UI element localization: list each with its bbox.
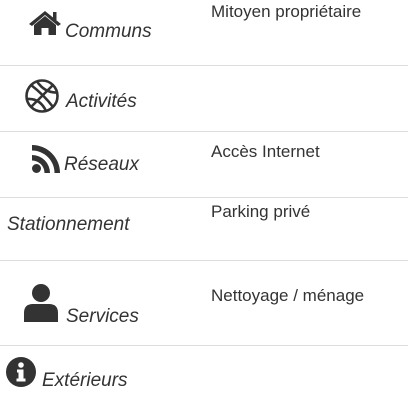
table-row-exterieurs: Extérieurs — [0, 346, 408, 401]
row-header: Communs — [0, 0, 205, 65]
row-value: Nettoyage / ménage — [211, 286, 365, 305]
row-value: Accès Internet — [211, 142, 320, 161]
row-label: Activités — [66, 91, 137, 112]
row-label: Réseaux — [64, 154, 139, 175]
row-label: Stationnement — [7, 214, 130, 235]
row-header: Réseaux — [0, 132, 205, 197]
basketball-icon — [24, 78, 60, 114]
rss-icon — [32, 145, 60, 173]
row-header: Stationnement — [0, 198, 205, 260]
row-label: Communs — [65, 21, 152, 42]
home-icon — [28, 10, 62, 36]
row-header: Services — [0, 261, 205, 345]
row-value: Mitoyen propriétaire — [211, 2, 362, 21]
info-circle-icon — [6, 357, 36, 387]
table-row-stationnement: Stationnement Parking privé — [0, 198, 408, 261]
table-row-services: Services Nettoyage / ménage — [0, 261, 408, 346]
row-value: Parking privé — [211, 202, 311, 221]
row-label: Services — [66, 306, 139, 327]
amenities-table: Communs Mitoyen propriétaire Activités R… — [0, 0, 408, 401]
table-row-communs: Communs Mitoyen propriétaire — [0, 0, 408, 66]
table-row-reseaux: Réseaux Accès Internet — [0, 132, 408, 198]
row-label: Extérieurs — [42, 370, 128, 391]
table-row-activites: Activités — [0, 66, 408, 132]
row-header: Extérieurs — [0, 346, 205, 401]
user-icon — [24, 284, 58, 322]
row-header: Activités — [0, 66, 205, 131]
